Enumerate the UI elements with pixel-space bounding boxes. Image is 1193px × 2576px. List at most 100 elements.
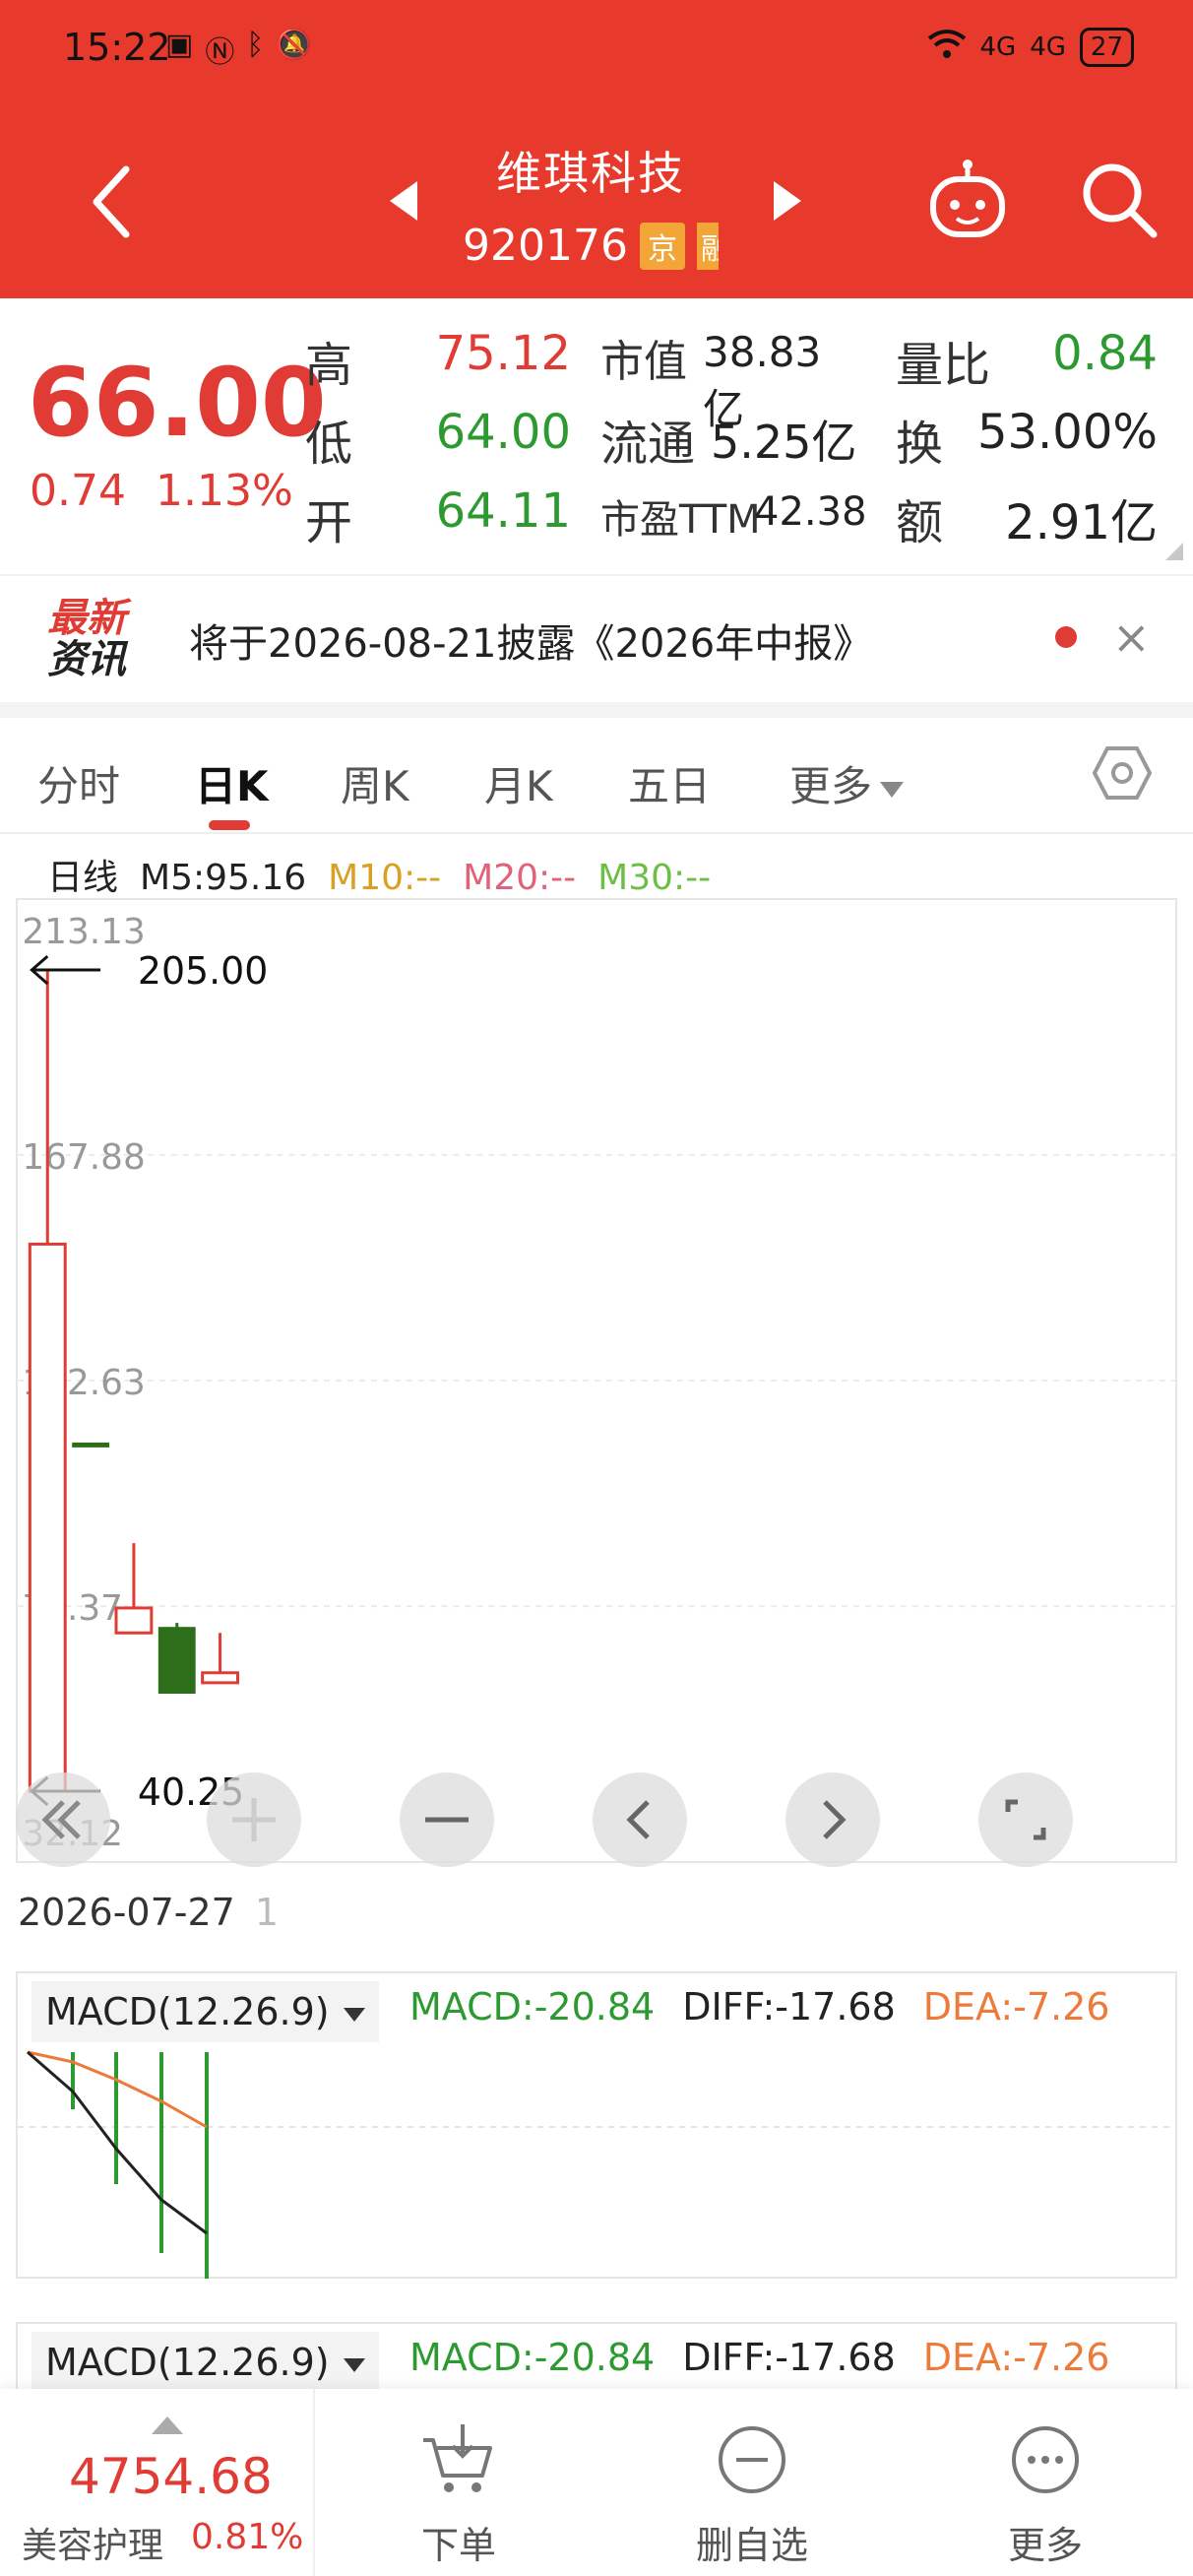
float-cap-value: 5.25亿 [711,416,857,469]
back-arrow-icon[interactable] [79,158,148,246]
remove-watchlist-label: 删自选 [695,2524,808,2567]
date-label-next: 1 [254,1891,280,1934]
candle-body [201,1671,239,1685]
open-label: 开 [305,495,353,550]
macd-value-2: MACD:-20.84 [409,2336,656,2379]
moving-average-legend: 日线 M5:95.16 M10:-- M20:-- M30:-- [47,849,732,900]
chevron-left-icon [626,1800,650,1839]
tab-monthly-k[interactable]: 月K [484,753,553,813]
nfc-icon: Ⓝ [205,35,235,70]
sector-index-value: 4754.68 [69,2448,273,2505]
ma10-value: M10:-- [328,858,442,898]
stock-name: 维琪科技 [496,147,685,200]
candle-body [28,1242,67,1793]
more-dots-icon [1012,2426,1079,2493]
pe-ttm-value: 42.38 [754,489,867,535]
expand-up-icon [152,2416,183,2434]
expand-corner-icon[interactable] [1165,543,1183,560]
settings-icon[interactable] [1093,743,1152,803]
tab-weekly-k[interactable]: 周K [341,753,409,813]
more-label: 更多 [1007,2524,1083,2567]
fullscreen-button[interactable] [978,1772,1073,1867]
tab-more[interactable]: 更多 [789,753,905,813]
high-marker-label: 205.00 [138,949,268,993]
status-time: 15:22 [63,26,171,69]
news-text[interactable]: 将于2026-08-21披露《2026年中报》 [189,612,872,669]
y-tick-label: 213.13 [22,912,145,952]
volume-ratio-value: 0.84 [1052,326,1158,381]
market-cap-label: 市值 [600,337,687,387]
signal-icon: 4G [979,32,1017,62]
plus-icon [232,1798,276,1841]
candlestick-chart[interactable]: 213.13167.88122.6377.3732.12 205.0040.25 [16,898,1177,1863]
price-change: 0.74 1.13% [30,466,323,516]
margin-tag: 融 [696,222,719,270]
scroll-to-start-button[interactable] [16,1772,110,1867]
app-notification-icon: ▣ [165,28,194,62]
candle-body [72,1442,110,1448]
tab-daily-k[interactable]: 日K [195,753,269,813]
candle-body [157,1627,196,1694]
order-button[interactable]: 下单 [331,2389,587,2576]
ma-label: 日线 [47,858,119,898]
ma30-value: M30:-- [597,858,712,898]
bluetooth-icon: ᛒ [246,28,265,62]
zoom-out-button[interactable] [400,1772,494,1867]
pe-ttm-label: 市盈TTM [600,497,761,543]
order-label: 下单 [420,2524,496,2567]
minus-circle-icon [719,2426,785,2493]
ma20-value: M20:-- [463,858,577,898]
more-button[interactable]: 更多 [917,2389,1173,2576]
diff-value-2: DIFF:-17.68 [682,2336,896,2379]
unread-dot-icon [1055,626,1077,648]
status-right-icons: 4G 4G 27 [927,28,1134,67]
current-price: 66.00 [28,348,327,458]
cart-icon [423,2424,492,2492]
scroll-left-button[interactable] [593,1772,687,1867]
search-icon[interactable] [1079,160,1160,240]
turnover-label: 换 [896,417,944,472]
scroll-right-button[interactable] [785,1772,880,1867]
mute-icon: 🔕 [276,28,313,62]
macd-selector-label-2: MACD(12.26.9) [45,2341,330,2384]
tab-more-label: 更多 [789,762,873,810]
ma5-value: M5:95.16 [140,858,307,898]
tab-intraday[interactable]: 分时 [37,753,120,813]
close-icon[interactable]: × [1112,611,1151,664]
chart-tabs: 分时 日K 周K 月K 五日 更多 [0,718,1193,834]
fullscreen-icon [1005,1799,1046,1840]
quote-panel: 66.00 0.74 1.13% 高 75.12 市值 38.83亿 量比 0.8… [0,298,1193,564]
remove-watchlist-button[interactable]: 删自选 [624,2389,880,2576]
status-bar: 15:22 ▣ Ⓝ ᛒ 🔕 4G 4G 27 [0,0,1193,98]
news-logo-line1: 最新 [47,596,126,641]
robot-assistant-icon[interactable] [925,158,1010,242]
minus-icon [425,1817,469,1823]
macd-selector-2[interactable]: MACD(12.26.9) [31,2332,379,2391]
battery-icon: 27 [1079,28,1134,67]
date-axis: 2026-07-27 1 [18,1891,279,1934]
signal-icon-2: 4G [1030,32,1066,62]
news-logo-line2: 资讯 [47,637,126,682]
macd-panel[interactable]: MACD(12.26.9) MACD:-20.84 DIFF:-17.68 DEA:… [16,1971,1177,2279]
volume-ratio-label: 量比 [896,338,991,393]
news-logo: 最新 资讯 [47,598,136,680]
news-bar[interactable]: 最新 资讯 将于2026-08-21披露《2026年中报》 [0,574,1193,702]
high-value: 75.12 [435,326,571,381]
dea-value-2: DEA:-7.26 [922,2336,1110,2379]
chevron-down-icon [880,781,905,798]
change-percent: 1.13% [155,466,293,516]
low-value: 64.00 [435,405,571,460]
macd-panel-2[interactable]: MACD(12.26.9) MACD:-20.84 DIFF:-17.68 DEA:… [16,2322,1177,2391]
chart-toolbar [0,1772,1193,1867]
wifi-icon [927,29,967,67]
double-chevron-left-icon [41,1800,81,1839]
next-stock-arrow-icon[interactable] [774,181,801,221]
tab-five-day[interactable]: 五日 [628,753,711,813]
amount-value: 2.91亿 [1005,495,1158,550]
zoom-in-button[interactable] [207,1772,301,1867]
bottom-bar: 4754.68 美容护理 0.81% 下单 删自选 更多 [0,2389,1193,2576]
sector-index[interactable]: 4754.68 美容护理 0.81% [0,2389,315,2576]
header-bar: 15:22 ▣ Ⓝ ᛒ 🔕 4G 4G 27 维琪科技 920176 京 融 [0,0,1193,298]
active-tab-indicator [209,820,250,830]
chevron-right-icon [823,1800,847,1839]
